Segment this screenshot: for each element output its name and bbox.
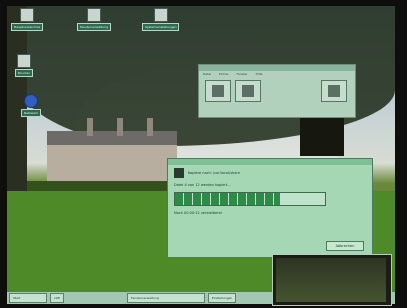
taskbar-item[interactable]: Fensterverwaltung <box>126 293 205 303</box>
globe-icon <box>24 94 39 108</box>
toolbar <box>199 77 355 105</box>
toolbar-button[interactable] <box>205 80 231 102</box>
progress-fill <box>175 193 280 205</box>
start-button[interactable]: Start <box>9 293 47 303</box>
menu-item[interactable]: Extras <box>219 72 228 76</box>
progress-bar <box>174 192 326 206</box>
castle-tower <box>87 118 93 136</box>
desktop-icon-label: Fensterverwaltung <box>77 23 111 31</box>
window-icon <box>242 85 254 97</box>
screen-frame: Hauptverzeichnis Fensterverwaltung Syste… <box>0 0 407 308</box>
copy-progress-dialog[interactable]: Kopiere nach: /usr/local/share Datei 4 v… <box>167 158 373 258</box>
desktop-icon-label: Netzwerk <box>21 109 42 117</box>
castle-tower <box>147 118 153 136</box>
desktop-icon-settings[interactable]: Systemeinstellungen <box>142 8 180 31</box>
desktop-icon-label: Hauptverzeichnis <box>11 23 44 31</box>
desktop-icon-printer[interactable]: Drucker <box>15 54 33 77</box>
desktop-icon-label: Systemeinstellungen <box>142 23 180 31</box>
inset-screenshot <box>272 254 392 306</box>
explorer-window[interactable]: Datei Extras Fenster Hilfe <box>198 64 356 118</box>
folder-icon <box>153 8 168 22</box>
desktop: Hauptverzeichnis Fensterverwaltung Syste… <box>7 6 395 292</box>
menu-item[interactable]: Fenster <box>237 72 248 76</box>
desktop-icon-home[interactable]: Hauptverzeichnis <box>11 8 44 31</box>
status-line: Datei 4 von 12 werden kopiert... <box>174 183 231 187</box>
printer-icon <box>16 54 31 68</box>
toolbar-button[interactable] <box>235 80 261 102</box>
taskbar-item[interactable]: Einstellungen <box>207 293 237 303</box>
folder-icon <box>87 8 101 22</box>
dialog-header: Kopiere nach: /usr/local/share <box>168 165 372 181</box>
inset-screenshot-image <box>276 258 386 302</box>
menu-item[interactable]: Datei <box>203 72 211 76</box>
dark-foliage-gap <box>300 118 344 156</box>
desktop-icon-windows[interactable]: Fensterverwaltung <box>77 8 111 31</box>
desktop-icon-network[interactable]: Netzwerk <box>21 94 42 117</box>
castle-roof <box>47 131 177 145</box>
menu-item[interactable]: Hilfe <box>256 72 263 76</box>
file-copy-icon <box>174 168 184 178</box>
status-line: Noch 00:00:12 verbleibend <box>174 211 222 215</box>
brush-icon <box>212 85 224 97</box>
toolbar-button[interactable] <box>321 80 347 102</box>
taskbar-item[interactable]: LDE <box>50 293 64 303</box>
dialog-title-text: Kopiere nach: /usr/local/share <box>188 171 240 175</box>
folder-icon <box>20 8 35 22</box>
desktop-icon-label: Drucker <box>15 69 33 77</box>
castle-tower <box>117 118 123 136</box>
tool-icon <box>328 85 340 97</box>
cancel-button[interactable]: Abbrechen <box>326 241 364 251</box>
